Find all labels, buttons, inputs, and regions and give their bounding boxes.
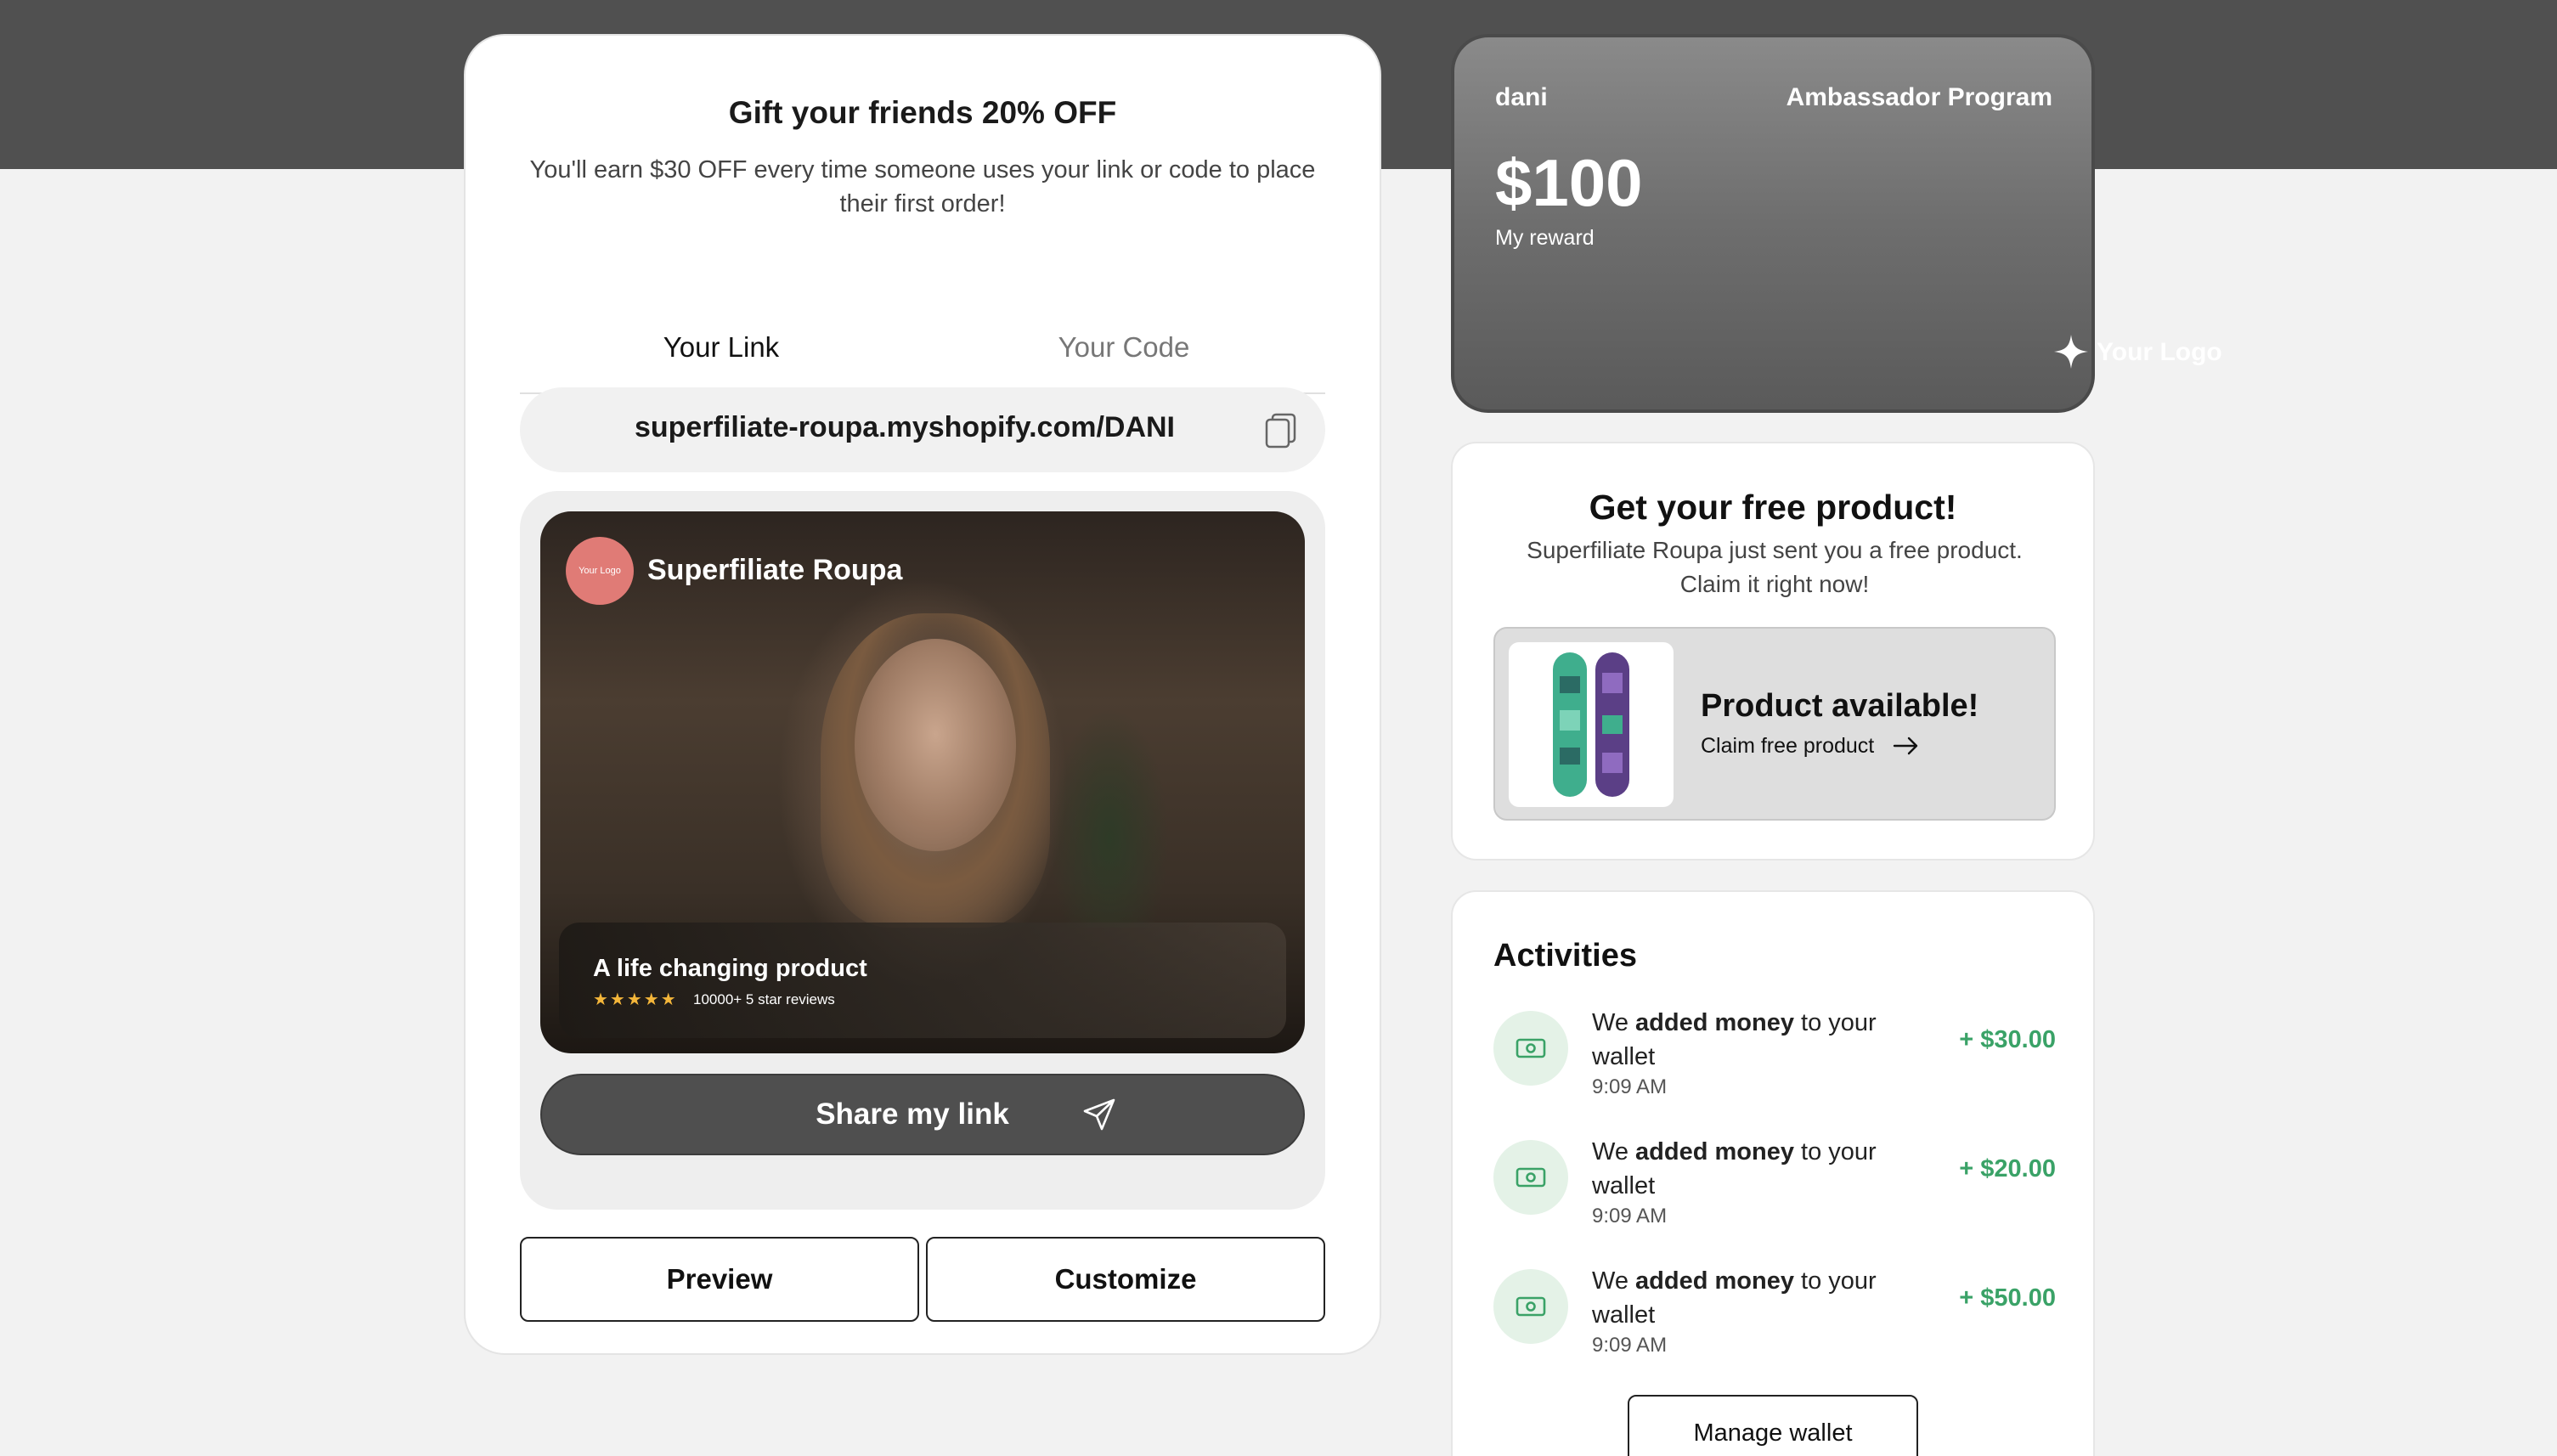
brand-name: Superfiliate Roupa [647, 554, 903, 586]
brand-logo: Your Logo [566, 537, 634, 605]
tab-your-link[interactable]: Your Link [520, 331, 923, 364]
free-product-card: Get your free product! Superfiliate Roup… [1451, 442, 2095, 861]
activity-row: We added money to your wallet 9:09 AM + … [1493, 1267, 2056, 1380]
share-tabs: Your Link Your Code [520, 299, 1325, 394]
share-button-label: Share my link [816, 1098, 1009, 1131]
claim-product-box[interactable]: Product available! Claim free product [1493, 627, 2056, 821]
activity-amount: + $30.00 [1959, 1026, 2056, 1053]
activity-amount: + $50.00 [1959, 1284, 2056, 1312]
share-my-link-button[interactable]: Share my link [540, 1074, 1305, 1155]
send-icon [1083, 1098, 1115, 1131]
snowboard-image [1553, 652, 1629, 797]
money-icon [1493, 1269, 1568, 1344]
share-panel: Your Logo Superfiliate Roupa A life chan… [520, 491, 1325, 1210]
referral-link-text[interactable]: superfiliate-roupa.myshopify.com/DANI [520, 411, 1290, 444]
activity-time: 9:09 AM [1592, 1205, 1668, 1227]
star-rating: ★★★★★ [593, 990, 678, 1009]
activity-amount: + $20.00 [1959, 1155, 2056, 1182]
activities-card: Activities We added money to your wallet… [1451, 890, 2095, 1456]
product-thumbnail [1509, 642, 1674, 807]
reward-amount: $100 [1495, 145, 1643, 220]
tab-your-code[interactable]: Your Code [923, 331, 1325, 364]
free-product-subtitle: Superfiliate Roupa just sent you a free … [1527, 537, 2023, 597]
activities-title: Activities [1493, 938, 1637, 973]
referral-subtitle: You'll earn $30 OFF every time someone u… [529, 156, 1316, 217]
activity-description: We added money to your wallet [1592, 1009, 1877, 1070]
video-caption: A life changing product ★★★★★ 10000+ 5 s… [559, 923, 1286, 1038]
referral-title: Gift your friends 20% OFF [728, 95, 1117, 130]
promo-video[interactable]: Your Logo Superfiliate Roupa A life chan… [540, 511, 1305, 1053]
activity-description: We added money to your wallet [1592, 1267, 1877, 1329]
activity-description: We added money to your wallet [1592, 1138, 1877, 1199]
copy-icon[interactable] [1264, 413, 1298, 449]
caption-title: A life changing product [593, 955, 867, 982]
customize-button[interactable]: Customize [926, 1237, 1325, 1322]
reward-label: My reward [1495, 226, 1595, 250]
reviews-count: 10000+ 5 star reviews [693, 991, 835, 1007]
sparkle-icon [2054, 335, 2088, 369]
manage-wallet-button[interactable]: Manage wallet [1628, 1395, 1918, 1456]
activity-time: 9:09 AM [1592, 1075, 1668, 1098]
referral-card: Gift your friends 20% OFF You'll earn $3… [464, 34, 1381, 1355]
reward-username: dani [1495, 83, 1548, 111]
money-icon [1493, 1011, 1568, 1086]
preview-button[interactable]: Preview [520, 1237, 919, 1322]
activity-time: 9:09 AM [1592, 1334, 1668, 1357]
money-icon [1493, 1140, 1568, 1215]
video-person [855, 639, 1016, 851]
product-available-label: Product available! [1701, 688, 1979, 724]
free-product-title: Get your free product! [1589, 488, 1957, 527]
arrow-right-icon [1893, 736, 1918, 755]
reward-card: dani Ambassador Program $100 My reward Y… [1451, 34, 2222, 413]
activity-row: We added money to your wallet 9:09 AM + … [1493, 1009, 2056, 1121]
referral-link-field[interactable]: superfiliate-roupa.myshopify.com/DANI [520, 387, 1325, 472]
video-background-tree [1050, 707, 1169, 928]
program-name: Ambassador Program [1786, 83, 2052, 111]
claim-free-product-link[interactable]: Claim free product [1701, 734, 1874, 759]
activity-row: We added money to your wallet 9:09 AM + … [1493, 1138, 2056, 1250]
logo-text: Your Logo [2097, 338, 2222, 366]
